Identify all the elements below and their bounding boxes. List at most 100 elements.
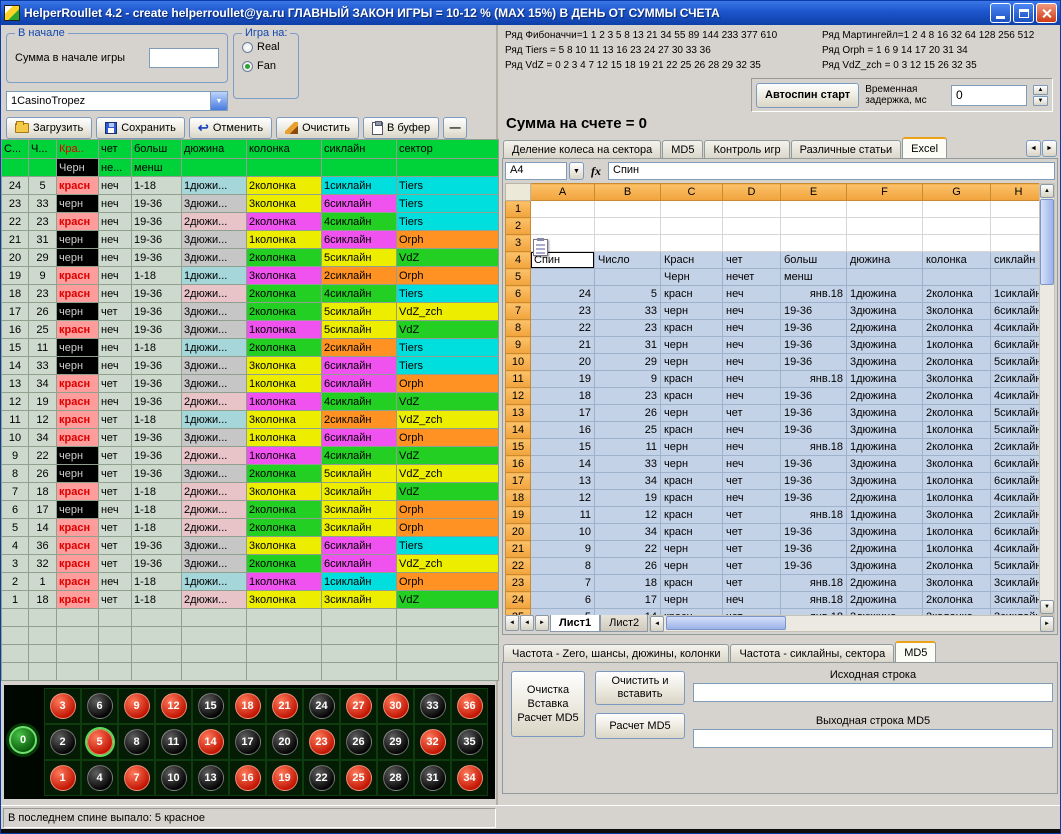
excel-cell-G10[interactable]: 2колонка <box>923 354 991 371</box>
excel-cell-H1[interactable] <box>991 201 1047 218</box>
excel-cell-G18[interactable]: 1колонка <box>923 490 991 507</box>
excel-cell-E18[interactable]: 19-36 <box>781 490 847 507</box>
roulette-number-0[interactable]: 0 <box>9 726 37 754</box>
excel-cell-H24[interactable]: 3сиклайн <box>991 592 1047 609</box>
roulette-number-15[interactable]: 15 <box>198 693 224 719</box>
excel-cell-A16[interactable]: 14 <box>531 456 595 473</box>
excel-row-header-10[interactable]: 10 <box>506 354 531 371</box>
excel-cell-C3[interactable] <box>661 235 723 252</box>
collapse-button[interactable]: — <box>443 117 467 139</box>
excel-cell-E3[interactable] <box>781 235 847 252</box>
roulette-number-26[interactable]: 26 <box>346 729 372 755</box>
excel-cell-A6[interactable]: 24 <box>531 286 595 303</box>
excel-column-header-B[interactable]: B <box>595 184 661 201</box>
tab-bottom-3[interactable]: MD5 <box>895 641 936 663</box>
roulette-number-6[interactable]: 6 <box>87 693 113 719</box>
excel-cell-B16[interactable]: 33 <box>595 456 661 473</box>
excel-cell-E13[interactable]: 19-36 <box>781 405 847 422</box>
excel-cell-B14[interactable]: 25 <box>595 422 661 439</box>
excel-cell-F6[interactable]: 1дюжина <box>847 286 923 303</box>
excel-cell-B23[interactable]: 18 <box>595 575 661 592</box>
roulette-number-9[interactable]: 9 <box>124 693 150 719</box>
excel-cell-D20[interactable]: чет <box>723 524 781 541</box>
excel-cell-C4[interactable]: Красн <box>661 252 723 269</box>
excel-cell-F7[interactable]: 3дюжина <box>847 303 923 320</box>
excel-cell-B12[interactable]: 23 <box>595 388 661 405</box>
excel-cell-D19[interactable]: чет <box>723 507 781 524</box>
excel-cell-B18[interactable]: 19 <box>595 490 661 507</box>
tab-bottom-2[interactable]: Частота - сиклайны, сектора <box>730 644 894 663</box>
tab-scroll-right-icon[interactable]: ► <box>1042 140 1057 157</box>
excel-cell-D2[interactable] <box>723 218 781 235</box>
excel-cell-C17[interactable]: красн <box>661 473 723 490</box>
excel-cell-B2[interactable] <box>595 218 661 235</box>
undo-button[interactable]: ↩Отменить <box>189 117 272 139</box>
excel-cell-G5[interactable] <box>923 269 991 286</box>
roulette-number-4[interactable]: 4 <box>87 765 113 791</box>
excel-cell-H10[interactable]: 5сиклайн <box>991 354 1047 371</box>
delay-input[interactable] <box>951 85 1027 106</box>
excel-cell-F20[interactable]: 3дюжина <box>847 524 923 541</box>
excel-cell-E20[interactable]: 19-36 <box>781 524 847 541</box>
excel-cell-A9[interactable]: 21 <box>531 337 595 354</box>
excel-cell-D8[interactable]: неч <box>723 320 781 337</box>
excel-cell-E6[interactable]: янв.18 <box>781 286 847 303</box>
excel-row-header-5[interactable]: 5 <box>506 269 531 286</box>
excel-cell-C23[interactable]: красн <box>661 575 723 592</box>
excel-cell-H21[interactable]: 4сиклайн <box>991 541 1047 558</box>
excel-cell-C16[interactable]: черн <box>661 456 723 473</box>
excel-cell-E16[interactable]: 19-36 <box>781 456 847 473</box>
excel-cell-E24[interactable]: янв.18 <box>781 592 847 609</box>
md5-clear-insert-calc-button[interactable]: ОчисткаВставкаРасчет MD5 <box>511 671 585 737</box>
excel-cell-B7[interactable]: 33 <box>595 303 661 320</box>
excel-cell-H2[interactable] <box>991 218 1047 235</box>
excel-column-header-G[interactable]: G <box>923 184 991 201</box>
excel-cell-A14[interactable]: 16 <box>531 422 595 439</box>
excel-cell-F11[interactable]: 1дюжина <box>847 371 923 388</box>
excel-cell-B5[interactable] <box>595 269 661 286</box>
excel-cell-B13[interactable]: 26 <box>595 405 661 422</box>
excel-cell-B17[interactable]: 34 <box>595 473 661 490</box>
excel-cell-H14[interactable]: 5сиклайн <box>991 422 1047 439</box>
excel-cell-H13[interactable]: 5сиклайн <box>991 405 1047 422</box>
roulette-number-21[interactable]: 21 <box>272 693 298 719</box>
cell-name-box[interactable]: A4 <box>505 162 567 180</box>
excel-cell-C9[interactable]: черн <box>661 337 723 354</box>
excel-cell-H6[interactable]: 1сиклайн <box>991 286 1047 303</box>
excel-cell-G3[interactable] <box>923 235 991 252</box>
excel-cell-C19[interactable]: красн <box>661 507 723 524</box>
excel-cell-E23[interactable]: янв.18 <box>781 575 847 592</box>
excel-cell-A13[interactable]: 17 <box>531 405 595 422</box>
excel-cell-H23[interactable]: 3сиклайн <box>991 575 1047 592</box>
excel-row-header-13[interactable]: 13 <box>506 405 531 422</box>
excel-cell-G11[interactable]: 3колонка <box>923 371 991 388</box>
roulette-number-25[interactable]: 25 <box>346 765 372 791</box>
excel-cell-C5[interactable]: Черн <box>661 269 723 286</box>
excel-cell-H5[interactable] <box>991 269 1047 286</box>
roulette-number-3[interactable]: 3 <box>50 693 76 719</box>
excel-cell-H18[interactable]: 4сиклайн <box>991 490 1047 507</box>
copy-to-buffer-button[interactable]: В буфер <box>363 117 439 139</box>
excel-cell-B11[interactable]: 9 <box>595 371 661 388</box>
excel-column-header-F[interactable]: F <box>847 184 923 201</box>
tab-bottom-1[interactable]: Частота - Zero, шансы, дюжины, колонки <box>503 644 729 663</box>
excel-cell-C18[interactable]: красн <box>661 490 723 507</box>
spin-up-icon[interactable]: ▲ <box>1033 85 1048 95</box>
excel-cell-F19[interactable]: 1дюжина <box>847 507 923 524</box>
excel-row-header-12[interactable]: 12 <box>506 388 531 405</box>
sheet-prev-icon[interactable]: ◄ <box>520 615 534 631</box>
excel-cell-H17[interactable]: 6сиклайн <box>991 473 1047 490</box>
excel-cell-F24[interactable]: 2дюжина <box>847 592 923 609</box>
excel-cell-C15[interactable]: черн <box>661 439 723 456</box>
excel-cell-F12[interactable]: 2дюжина <box>847 388 923 405</box>
excel-cell-A18[interactable]: 12 <box>531 490 595 507</box>
roulette-number-29[interactable]: 29 <box>383 729 409 755</box>
fx-icon[interactable]: fx <box>586 164 606 179</box>
excel-cell-H7[interactable]: 6сиклайн <box>991 303 1047 320</box>
excel-cell-E7[interactable]: 19-36 <box>781 303 847 320</box>
excel-cell-B4[interactable]: Число <box>595 252 661 269</box>
roulette-number-31[interactable]: 31 <box>420 765 446 791</box>
roulette-number-32[interactable]: 32 <box>420 729 446 755</box>
excel-cell-G24[interactable]: 2колонка <box>923 592 991 609</box>
vertical-scroll-thumb[interactable] <box>1040 199 1054 285</box>
